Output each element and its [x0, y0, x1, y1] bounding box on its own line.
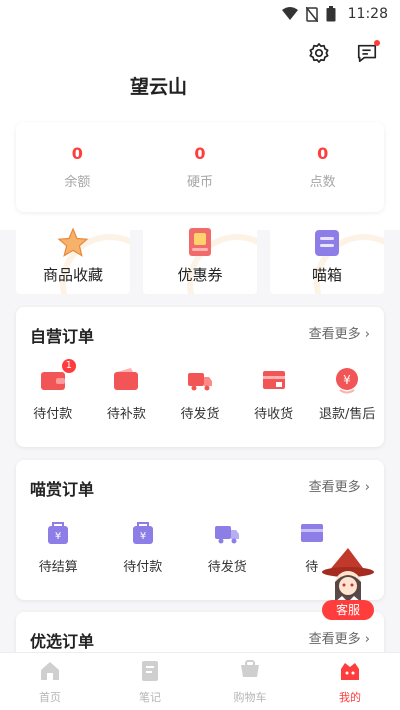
order-pending-shipment[interactable]: 待发货 [163, 365, 237, 422]
order-label: 待发货 [207, 560, 247, 575]
bag-icon: ¥ [48, 522, 69, 544]
section-title: 喵赏订单 [30, 480, 95, 499]
stat-value: 0 [71, 144, 83, 163]
view-more-link[interactable]: 查看更多 › [309, 628, 370, 647]
svg-text:¥: ¥ [343, 373, 351, 387]
reward-pending-settlement[interactable]: ¥ 待结算 [16, 518, 101, 575]
status-icons: 11:28 [281, 6, 388, 22]
settings-button[interactable] [306, 40, 332, 66]
view-more-label: 查看更多 [308, 480, 361, 495]
mascot-avatar [322, 548, 374, 602]
reward-pending-shipment[interactable]: 待发货 [185, 518, 270, 575]
quick-label: 商品收藏 [42, 266, 103, 284]
tab-profile[interactable]: 我的 [300, 653, 400, 710]
order-label: 待补款 [106, 407, 146, 422]
order-label: 待收货 [254, 407, 294, 422]
svg-text:¥: ¥ [140, 531, 146, 542]
quick-links: 商品收藏 优惠券 喵箱 [16, 222, 384, 297]
profile-icon [341, 663, 359, 680]
tab-label: 首页 [39, 691, 61, 704]
order-refund[interactable]: ¥ 退款/售后 [310, 365, 384, 422]
notification-dot [374, 40, 380, 46]
home-icon [41, 662, 59, 680]
view-more-label: 查看更多 [308, 632, 361, 647]
star-icon [57, 227, 89, 257]
order-label: 待付款 [33, 407, 73, 422]
stat-points[interactable]: 0 点数 [278, 144, 368, 190]
gear-icon [309, 43, 329, 63]
order-pending-payment[interactable]: 1 待付款 [16, 359, 90, 422]
battery-icon [326, 6, 336, 22]
tab-label: 我的 [339, 691, 361, 704]
package-icon [300, 524, 323, 542]
no-sim-icon [305, 6, 318, 22]
truck-icon [187, 373, 212, 391]
quick-favorites[interactable]: 商品收藏 [16, 222, 130, 294]
order-label: 待结算 [38, 560, 78, 575]
tab-notes[interactable]: 笔记 [100, 653, 200, 710]
order-pending-balance[interactable]: 待补款 [90, 365, 164, 422]
order-status-row: 1 待付款 待补款 待发货 待收货 ¥ 退款/售后 [16, 359, 384, 422]
stat-label: 硬币 [186, 175, 213, 190]
bag-icon: ¥ [132, 522, 153, 544]
order-label: 退款/售后 [318, 407, 376, 422]
truck-icon [215, 526, 240, 544]
customer-service-button[interactable]: 客服 [322, 600, 374, 620]
status-time: 11:28 [347, 6, 388, 22]
stats-card: 0 余额 0 硬币 0 点数 [16, 122, 384, 212]
stat-balance[interactable]: 0 余额 [32, 144, 122, 190]
tab-home[interactable]: 首页 [0, 653, 100, 710]
refund-icon: ¥ [336, 368, 359, 394]
bottom-tab-bar: 首页 笔记 购物车 我的 [0, 652, 400, 710]
wallet-icon [114, 368, 139, 390]
section-title: 优选订单 [30, 632, 95, 651]
order-label: 待付款 [123, 560, 163, 575]
stat-value: 0 [194, 144, 206, 163]
quick-label: 喵箱 [311, 266, 342, 284]
tab-cart[interactable]: 购物车 [200, 653, 300, 710]
customer-service-float[interactable]: 客服 [318, 546, 382, 620]
count-badge: 1 [61, 359, 76, 373]
username: 望云山 [130, 76, 188, 98]
stat-label: 余额 [64, 175, 91, 190]
svg-text:¥: ¥ [55, 531, 61, 542]
order-pending-receipt[interactable]: 待收货 [237, 365, 311, 422]
quick-label: 优惠券 [177, 266, 223, 284]
coupon-icon [189, 228, 211, 256]
stat-label: 点数 [309, 175, 336, 190]
status-bar: 11:28 [0, 0, 400, 30]
note-icon [142, 661, 158, 681]
quick-box[interactable]: 喵箱 [270, 222, 384, 294]
order-label: 待发货 [180, 407, 220, 422]
tab-label: 购物车 [233, 691, 267, 704]
messages-button[interactable] [354, 40, 380, 66]
reward-pending-payment[interactable]: ¥ 待付款 [101, 518, 186, 575]
wifi-icon [281, 7, 298, 20]
view-more-link[interactable]: 查看更多 › [309, 476, 370, 495]
tab-label: 笔记 [139, 691, 161, 704]
view-more-label: 查看更多 [308, 327, 361, 342]
quick-coupons[interactable]: 优惠券 [143, 222, 257, 294]
stat-coins[interactable]: 0 硬币 [155, 144, 245, 190]
self-orders-card: 自营订单 查看更多 › 1 待付款 待补款 待发货 待收货 ¥ 退款/售后 [16, 307, 384, 447]
stat-value: 0 [317, 144, 329, 163]
cart-icon [241, 660, 259, 677]
box-icon [315, 230, 339, 256]
package-icon [262, 371, 285, 389]
section-title: 自营订单 [30, 327, 95, 346]
view-more-link[interactable]: 查看更多 › [309, 323, 370, 342]
